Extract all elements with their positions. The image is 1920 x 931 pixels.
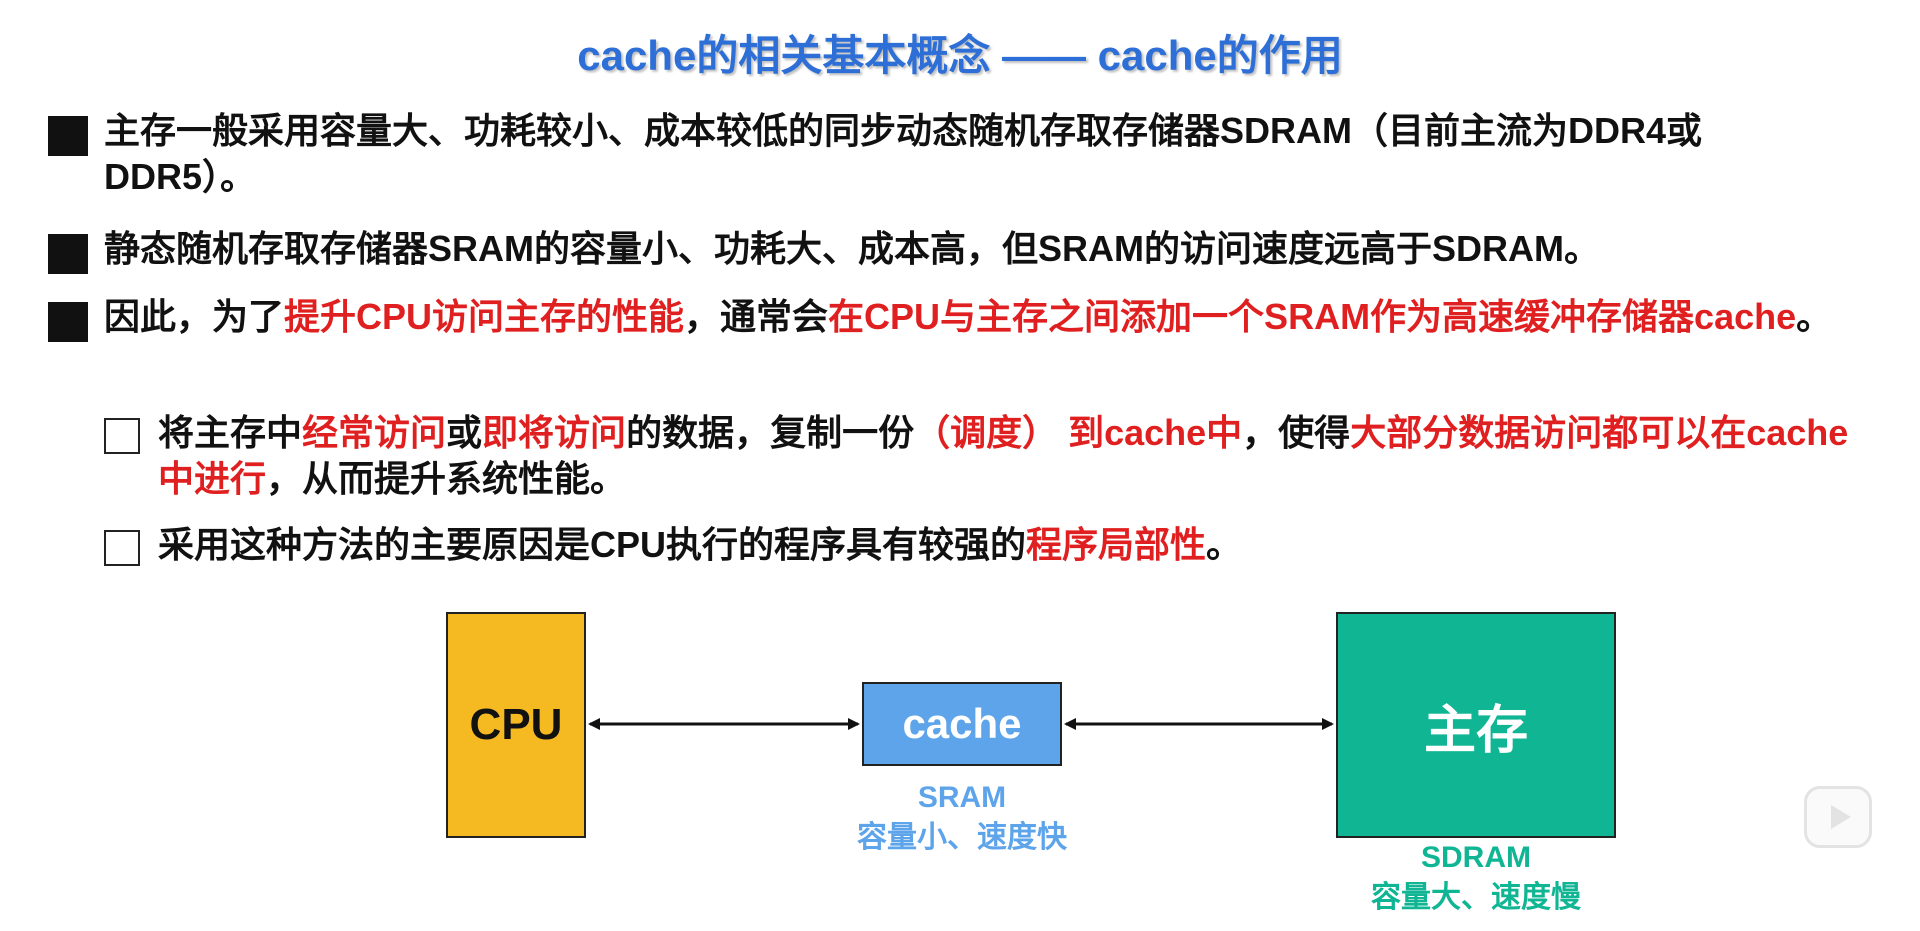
subbullet-item-locality: 采用这种方法的主要原因是CPU执行的程序具有较强的程序局部性。 [104,522,1874,568]
checkbox-bullet-icon [104,418,140,454]
square-bullet-icon [48,234,88,274]
slide-title: cache的相关基本概念 —— cache的作用 [577,32,1343,79]
subbullet-highlight: 即将访问 [482,412,627,453]
bullet-text: 主存一般采用容量大、功耗较小、成本较低的同步动态随机存取存储器SDRAM（目前主… [104,108,1838,200]
subbullet-highlight: 经常访问 [302,412,447,453]
sram-description: 容量小、速度快 [857,821,1067,854]
cache-box: cache [862,682,1062,766]
bullet-item-main-memory: 主存一般采用容量大、功耗较小、成本较低的同步动态随机存取存储器SDRAM（目前主… [48,108,1838,200]
subbullet-text: 将主存中经常访问或即将访问的数据，复制一份（调度） 到cache中，使得大部分数… [158,410,1874,502]
bullet-item-cache: 因此，为了提升CPU访问主存的性能，通常会在CPU与主存之间添加一个SRAM作为… [48,294,1838,342]
slide: cache的相关基本概念 —— cache的作用 主存一般采用容量大、功耗较小、… [0,0,1920,931]
cpu-label: CPU [469,700,563,749]
bullet-item-sram: 静态随机存取存储器SRAM的容量小、功耗大、成本高，但SRAM的访问速度远高于S… [48,226,1838,274]
bullet-highlight: 在CPU与主存之间添加一个SRAM作为高速缓冲存储器cache [828,296,1797,337]
sdram-description: 容量大、速度慢 [1371,881,1581,914]
subbullet-text-part: ，从而提升系统性能。 [266,458,627,499]
subbullet-text-part: 的数据，复制一份 [626,412,915,453]
subbullet-highlight: 程序局部性 [1026,524,1207,565]
bullet-highlight: 提升CPU访问主存的性能 [284,296,685,337]
bullet-text-part: 静态随机存取存储器SRAM的容量小、功耗大、成本高，但SRAM的访问速度远高于S… [104,228,1600,269]
cache-label: cache [902,700,1022,747]
checkbox-bullet-icon [104,530,140,566]
subbullet-text-part: ，使得 [1242,412,1351,453]
subbullet-item-copy-data: 将主存中经常访问或即将访问的数据，复制一份（调度） 到cache中，使得大部分数… [104,410,1874,502]
cpu-box: CPU [446,612,586,838]
sdram-caption: SDRAM 容量大、速度慢 [1296,838,1656,918]
subbullet-highlight: （调度） 到cache中 [914,412,1243,453]
subbullet-text-part: 或 [446,412,483,453]
subbullet-text-part: 采用这种方法的主要原因是CPU执行的程序具有较强的 [158,524,1027,565]
square-bullet-icon [48,116,88,156]
main-memory-box: 主存 [1336,612,1616,838]
bullet-text: 静态随机存取存储器SRAM的容量小、功耗大、成本高，但SRAM的访问速度远高于S… [104,226,1838,272]
sram-title: SRAM [917,781,1007,814]
bullet-text-part: 。 [1796,296,1833,337]
bullet-text: 因此，为了提升CPU访问主存的性能，通常会在CPU与主存之间添加一个SRAM作为… [104,294,1838,340]
bullet-text-part: ，通常会 [684,296,829,337]
sram-caption: SRAM 容量小、速度快 [800,778,1124,858]
video-play-icon[interactable] [1804,786,1872,848]
subbullet-text-part: 。 [1206,524,1243,565]
square-bullet-icon [48,302,88,342]
bullet-text-part: 因此，为了 [104,296,285,337]
subbullet-text-part: 将主存中 [158,412,303,453]
subbullet-text: 采用这种方法的主要原因是CPU执行的程序具有较强的程序局部性。 [158,522,1874,568]
bullet-text-part: 主存一般采用容量大、功耗较小、成本较低的同步动态随机存取存储器SDRAM（目前主… [104,110,1703,197]
sdram-title: SDRAM [1421,841,1531,874]
main-memory-label: 主存 [1423,701,1528,760]
memory-hierarchy-diagram: CPU cache 主存 SRAM 容量小、速度快 SDRAM 容量大、速度慢 [0,600,1920,931]
